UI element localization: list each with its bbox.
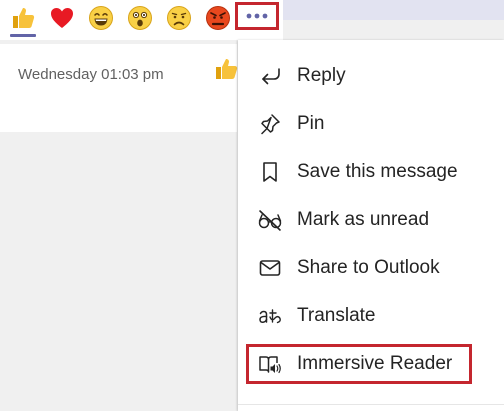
menu-item-label: Pin [297, 113, 325, 134]
menu-item-save-message[interactable]: Save this message [238, 152, 504, 192]
menu-item-label: Reply [297, 65, 346, 86]
immersive-reader-icon [257, 351, 283, 377]
menu-item-mark-unread[interactable]: Mark as unread [238, 200, 504, 240]
sad-reaction[interactable] [166, 5, 192, 31]
more-options-menu: Reply Pin Save this message Mark as unre… [238, 40, 504, 411]
thumbs-up-icon [13, 8, 35, 28]
pin-icon [257, 111, 283, 137]
angry-icon [206, 6, 230, 30]
menu-item-translate[interactable]: Translate [238, 296, 504, 336]
heart-icon [51, 8, 73, 28]
laugh-reaction[interactable] [88, 5, 114, 31]
like-reaction[interactable] [10, 5, 36, 31]
message-timestamp: Wednesday 01:03 pm [18, 66, 164, 83]
menu-item-pin[interactable]: Pin [238, 104, 504, 144]
glasses-off-icon [257, 207, 283, 233]
reaction-bar [0, 0, 283, 40]
laugh-icon [89, 6, 113, 30]
surprised-icon [128, 6, 152, 30]
menu-item-label: Save this message [297, 161, 458, 182]
menu-item-label: Mark as unread [297, 209, 430, 230]
surprised-reaction[interactable] [127, 5, 153, 31]
menu-item-share-outlook[interactable]: Share to Outlook [238, 248, 504, 288]
message-reaction[interactable] [213, 56, 239, 87]
angry-reaction[interactable] [205, 5, 231, 31]
selected-reaction-indicator [10, 34, 36, 37]
menu-item-label: Share to Outlook [297, 257, 440, 278]
menu-item-immersive-reader[interactable]: Immersive Reader [238, 344, 504, 384]
header-band [283, 0, 504, 20]
reply-icon [257, 63, 283, 89]
translate-icon [257, 303, 283, 329]
sad-icon [167, 6, 191, 30]
menu-divider [238, 404, 504, 405]
ellipsis-icon [246, 13, 268, 19]
message-card: Wednesday 01:03 pm [0, 44, 239, 132]
menu-item-label: Translate [297, 305, 376, 326]
heart-reaction[interactable] [49, 5, 75, 31]
bookmark-icon [257, 159, 283, 185]
menu-item-reply[interactable]: Reply [238, 56, 504, 96]
more-options-button[interactable] [235, 2, 279, 30]
envelope-icon [257, 255, 283, 281]
menu-item-label: Immersive Reader [297, 353, 453, 374]
thumbs-up-icon [216, 59, 238, 79]
